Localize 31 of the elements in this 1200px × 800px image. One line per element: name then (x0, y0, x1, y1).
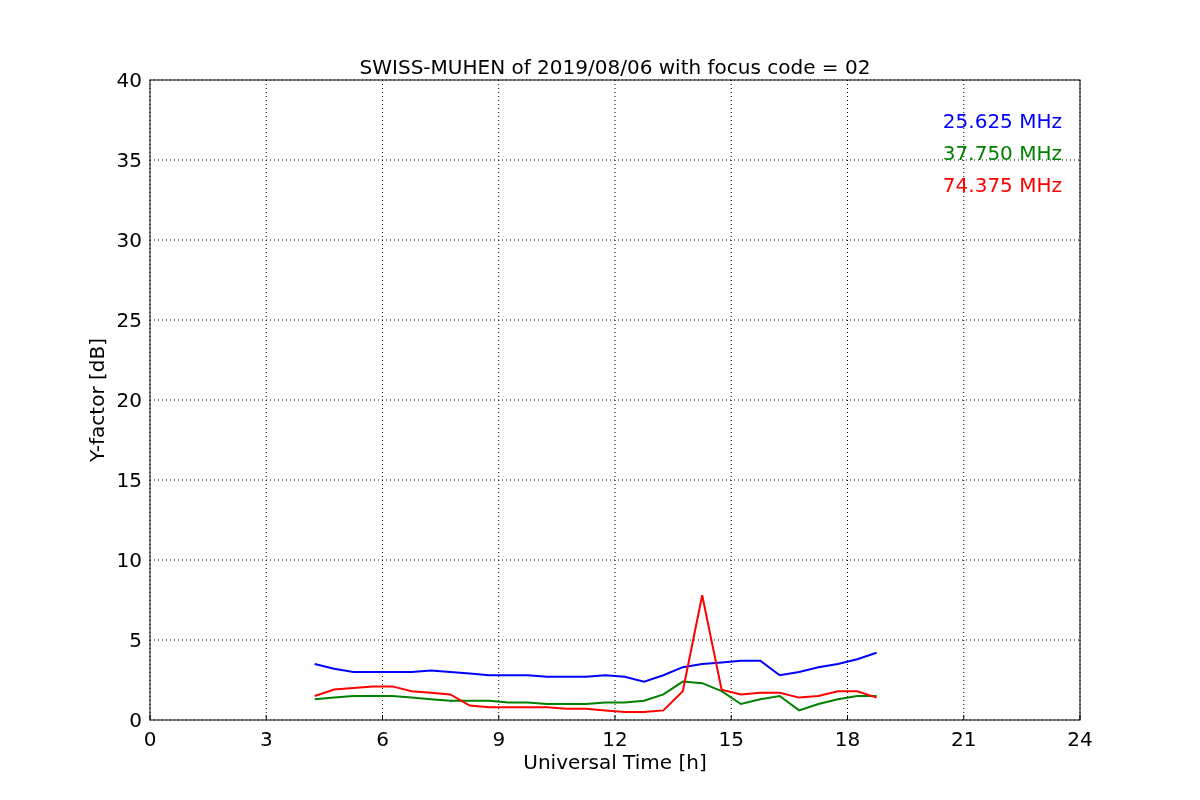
x-tick-label: 18 (834, 727, 861, 751)
x-tick-mark (265, 714, 267, 721)
y-axis-label: Y-factor [dB] (85, 338, 109, 462)
x-tick-mark (847, 714, 848, 721)
y-tick-label: 40 (116, 68, 142, 92)
x-tick-label: 0 (143, 727, 157, 751)
legend-label: 74.375 MHz (942, 173, 1062, 197)
chart-title: SWISS-MUHEN of 2019/08/06 with focus code = 02 (359, 55, 871, 79)
x-tick-mark (614, 714, 616, 721)
y-tick-label: 20 (116, 388, 142, 412)
x-tick-mark (963, 714, 965, 721)
y-tick-label: 0 (129, 708, 142, 732)
legend-label: 37.750 MHz (942, 141, 1062, 165)
y-tick-label: 10 (116, 548, 142, 572)
x-tick-mark (498, 714, 500, 721)
x-tick-label: 24 (1067, 727, 1093, 751)
y-tick-label: 5 (129, 628, 142, 652)
y-tick-label: 35 (116, 148, 142, 172)
y-tick-label: 15 (116, 468, 142, 492)
x-tick-label: 21 (951, 727, 977, 751)
x-tick-label: 6 (376, 727, 389, 751)
y-tick-label: 30 (116, 228, 142, 252)
legend-label: 25.625 MHz (942, 109, 1062, 133)
x-tick-mark (382, 714, 383, 721)
x-tick-label: 15 (718, 727, 744, 751)
x-tick-label: 9 (492, 727, 506, 751)
x-tick-label: 12 (602, 727, 628, 751)
x-tick-mark (730, 714, 732, 721)
y-tick-label: 25 (116, 308, 142, 332)
x-tick-label: 3 (259, 727, 273, 751)
x-axis-label: Universal Time [h] (523, 750, 707, 774)
